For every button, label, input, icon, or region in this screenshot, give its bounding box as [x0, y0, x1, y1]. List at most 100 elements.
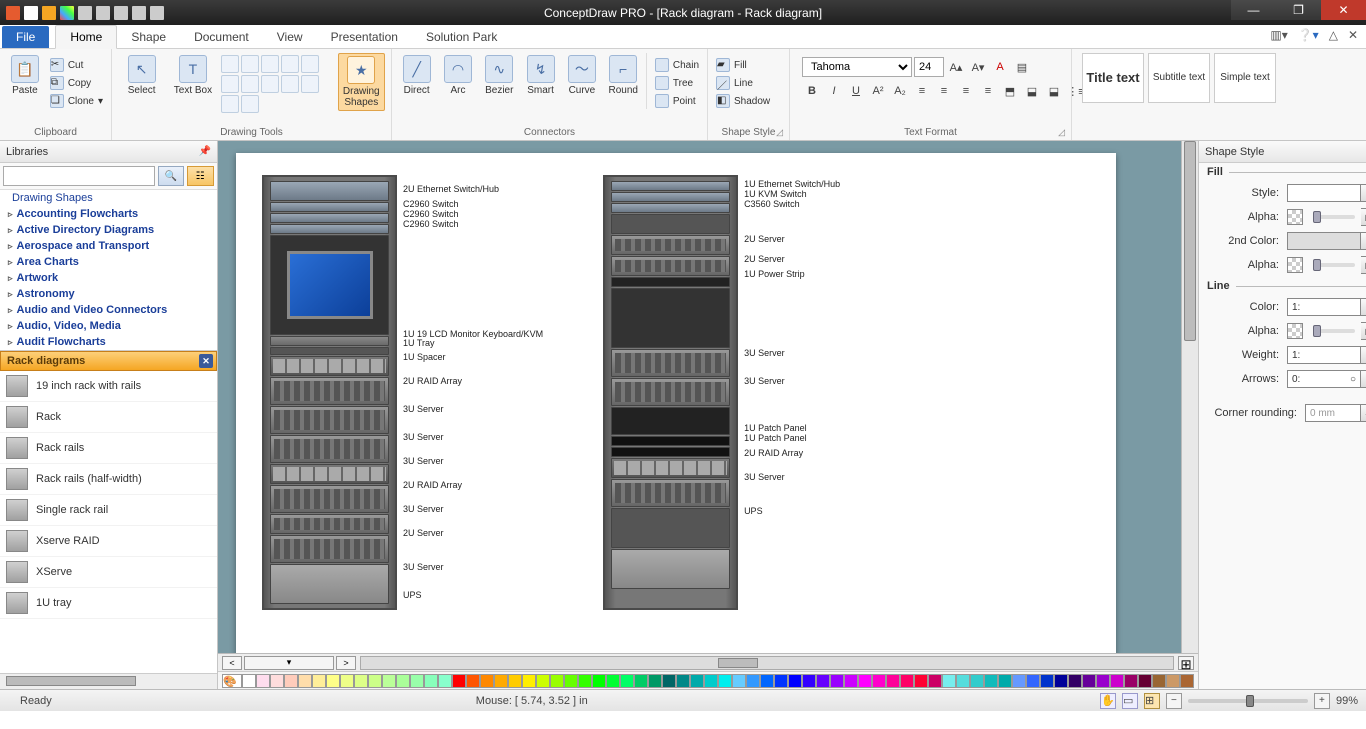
tool-a-icon[interactable]	[241, 75, 259, 93]
underline-button[interactable]: U	[846, 81, 866, 101]
corner-spinner[interactable]: ⇵	[1361, 404, 1366, 422]
maximize-button[interactable]: ❐	[1276, 0, 1321, 20]
rack1-server4[interactable]	[270, 485, 389, 513]
font-select[interactable]: Tahoma	[802, 57, 912, 77]
weight-input[interactable]: 1:	[1287, 346, 1361, 364]
color-swatch[interactable]	[858, 674, 872, 688]
color-swatch[interactable]	[676, 674, 690, 688]
stencil-singlerail[interactable]: Single rack rail	[0, 495, 217, 526]
font-shrink-button[interactable]: A▾	[968, 57, 988, 77]
rack1-server6[interactable]	[270, 535, 389, 563]
page[interactable]: 2U Ethernet Switch/HubC2960 SwitchC2960 …	[236, 153, 1116, 653]
rack-1[interactable]	[262, 175, 397, 610]
conn-curve-button[interactable]: ～Curve	[563, 53, 600, 98]
stencil-header[interactable]: Rack diagrams✕	[0, 351, 217, 371]
color-swatch[interactable]	[914, 674, 928, 688]
line-color-input[interactable]: 1:	[1287, 298, 1361, 316]
color-swatch[interactable]	[1096, 674, 1110, 688]
color-swatch[interactable]	[298, 674, 312, 688]
align-center-button[interactable]: ≡	[934, 81, 954, 101]
color-swatch[interactable]	[354, 674, 368, 688]
lib-drawing-shapes[interactable]: Drawing Shapes	[0, 190, 217, 206]
rack1-server5[interactable]	[270, 514, 389, 534]
conn-round-button[interactable]: ⌐Round	[605, 53, 642, 98]
lib-avmedia[interactable]: Audio, Video, Media	[0, 318, 217, 334]
arrows-dd[interactable]: ▾	[1361, 370, 1366, 388]
color-swatch[interactable]	[270, 674, 284, 688]
color-swatch[interactable]	[746, 674, 760, 688]
rack1-raid2[interactable]	[270, 464, 389, 484]
color-swatch[interactable]	[466, 674, 480, 688]
color-swatch[interactable]	[480, 674, 494, 688]
rack2-patch1[interactable]	[611, 436, 730, 446]
tool-e-icon[interactable]	[221, 95, 239, 113]
tab-presentation[interactable]: Presentation	[317, 26, 412, 48]
conn-bezier-button[interactable]: ∿Bezier	[481, 53, 518, 98]
qat-new-icon[interactable]	[24, 6, 38, 20]
color-swatch[interactable]	[452, 674, 466, 688]
color-swatch[interactable]	[1138, 674, 1152, 688]
rack1-c2960-1[interactable]	[270, 202, 389, 212]
alpha-swatch-icon[interactable]	[1287, 209, 1303, 225]
rack2-power[interactable]	[611, 277, 730, 287]
drawing-shapes-button[interactable]: ★Drawing Shapes	[338, 53, 385, 111]
rack1-server1[interactable]	[270, 377, 389, 405]
color-swatch[interactable]	[634, 674, 648, 688]
color-swatch[interactable]	[396, 674, 410, 688]
color-swatch[interactable]	[886, 674, 900, 688]
library-list[interactable]: Drawing Shapes Accounting Flowcharts Act…	[0, 190, 217, 351]
color-swatch[interactable]	[550, 674, 564, 688]
zoom-value[interactable]: 99%	[1336, 695, 1358, 707]
color-swatch[interactable]	[284, 674, 298, 688]
align-right-button[interactable]: ≡	[956, 81, 976, 101]
rack2-patch2[interactable]	[611, 447, 730, 457]
rack2-c3560[interactable]	[611, 203, 730, 213]
style-subtitle[interactable]: Subtitle text	[1148, 53, 1210, 103]
canvas[interactable]: 2U Ethernet Switch/HubC2960 SwitchC2960 …	[218, 141, 1181, 653]
rack1-server2[interactable]	[270, 406, 389, 434]
color-swatch[interactable]	[536, 674, 550, 688]
stencil-list[interactable]: 19 inch rack with rails Rack Rack rails …	[0, 371, 217, 673]
rack2-srv4[interactable]	[611, 378, 730, 406]
color-swatch[interactable]	[242, 674, 256, 688]
superscript-button[interactable]: A²	[868, 81, 888, 101]
linealpha-swatch-icon[interactable]	[1287, 323, 1303, 339]
color-swatch[interactable]	[648, 674, 662, 688]
color-swatch[interactable]	[774, 674, 788, 688]
qat-print-icon[interactable]	[132, 6, 146, 20]
fill-style-dd[interactable]: ▾	[1361, 184, 1366, 202]
tab-solutionpark[interactable]: Solution Park	[412, 26, 511, 48]
color-swatch[interactable]	[942, 674, 956, 688]
line-alpha-slider[interactable]	[1313, 329, 1355, 333]
tab-document[interactable]: Document	[180, 26, 263, 48]
tab-shape[interactable]: Shape	[117, 26, 180, 48]
color-swatch[interactable]	[326, 674, 340, 688]
fill-style-input[interactable]	[1287, 184, 1361, 202]
rack2-srv1[interactable]	[611, 235, 730, 255]
color-swatch[interactable]	[1040, 674, 1054, 688]
pin-icon[interactable]: 📌	[199, 146, 211, 157]
rack1-ethernet-switch[interactable]	[270, 181, 389, 201]
lib-accounting[interactable]: Accounting Flowcharts	[0, 206, 217, 222]
zoom-slider[interactable]	[1188, 699, 1308, 703]
color2-input[interactable]	[1287, 232, 1361, 250]
stencil-xserve-raid[interactable]: Xserve RAID	[0, 526, 217, 557]
qat-more-icon[interactable]	[150, 6, 164, 20]
color-swatch[interactable]	[1110, 674, 1124, 688]
rack2-kvm[interactable]	[611, 192, 730, 202]
color-swatch[interactable]	[956, 674, 970, 688]
rack2-eth[interactable]	[611, 181, 730, 191]
app-icon[interactable]	[6, 6, 20, 20]
valign-bot-button[interactable]: ⬓	[1044, 81, 1064, 101]
color-swatch[interactable]	[368, 674, 382, 688]
lib-audiovideo[interactable]: Audio and Video Connectors	[0, 302, 217, 318]
tool-ellipse-icon[interactable]	[241, 55, 259, 73]
tool-f-icon[interactable]	[241, 95, 259, 113]
color-swatch[interactable]	[760, 674, 774, 688]
stencil-rack[interactable]: Rack	[0, 402, 217, 433]
font-color-button[interactable]: A	[990, 57, 1010, 77]
zoom-in-button[interactable]: +	[1314, 693, 1330, 709]
conn-arc-button[interactable]: ◠Arc	[439, 53, 476, 98]
color-swatch[interactable]	[438, 674, 452, 688]
lib-astronomy[interactable]: Astronomy	[0, 286, 217, 302]
